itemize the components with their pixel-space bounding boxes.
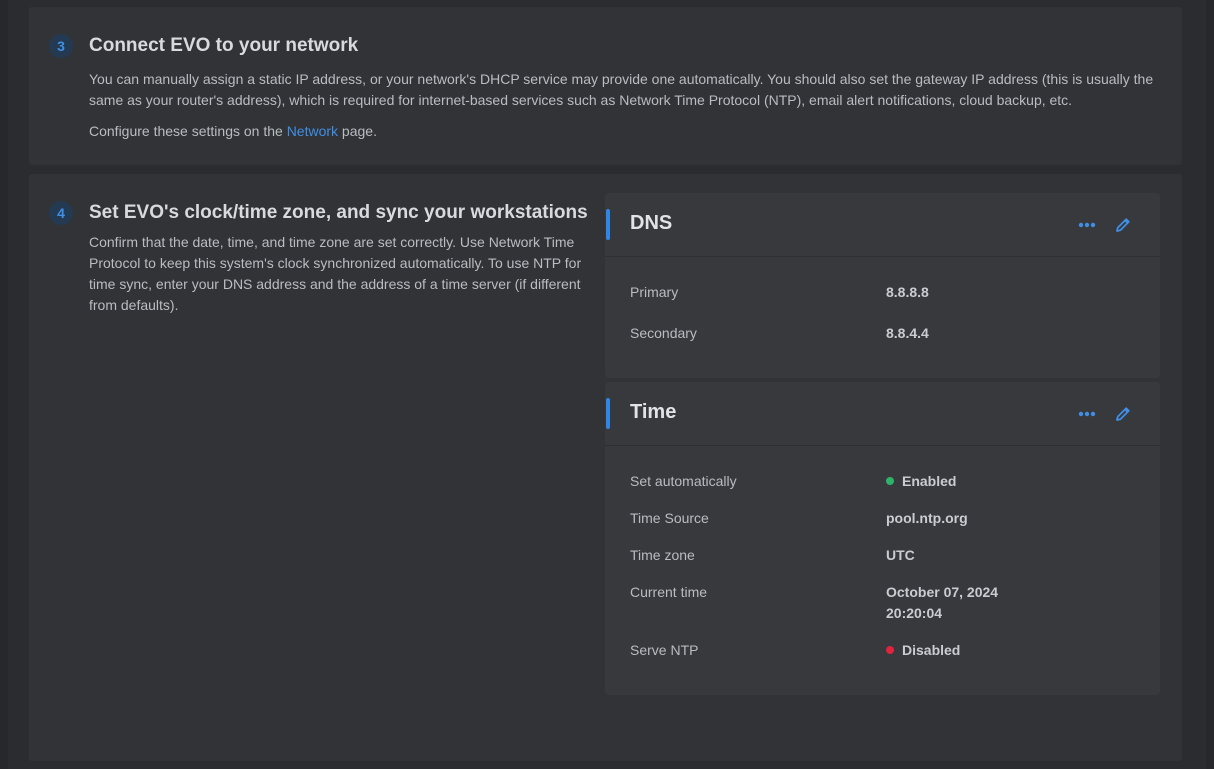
time-source-label: Time Source: [630, 510, 709, 526]
enabled-status-dot: [886, 477, 894, 485]
time-panel: Time Set automatically Enabled Time Sour…: [605, 382, 1160, 695]
current-time-value: October 07, 2024 20:20:04: [886, 582, 998, 624]
current-date: October 07, 2024: [886, 584, 999, 600]
step-3-card: 3 Connect EVO to your network You can ma…: [29, 7, 1182, 165]
time-panel-title: Time: [630, 401, 677, 423]
time-zone-label: Time zone: [630, 547, 695, 563]
step-configure-note: Configure these settings on the Network …: [89, 121, 377, 142]
dns-panel-title: DNS: [630, 212, 673, 234]
panel-accent-bar: [606, 209, 610, 240]
set-automatically-label: Set automatically: [630, 473, 737, 489]
panel-accent-bar: [606, 398, 610, 429]
disabled-status-dot: [886, 646, 894, 654]
set-automatically-status: Enabled: [886, 471, 956, 492]
dns-panel-header: DNS: [605, 193, 1160, 257]
pencil-icon[interactable]: [1111, 213, 1135, 237]
configure-suffix: page.: [338, 123, 377, 139]
time-panel-header: Time: [605, 382, 1160, 446]
more-horizontal-icon[interactable]: [1075, 402, 1099, 426]
dns-primary-label: Primary: [630, 284, 679, 300]
current-time-label: Current time: [630, 584, 708, 600]
serve-ntp-value: Disabled: [902, 642, 961, 658]
dns-secondary-label: Secondary: [630, 325, 697, 341]
step-description: You can manually assign a static IP addr…: [89, 71, 1154, 108]
dns-panel: DNS Primary 8.8.8.8 Secondary 8.8.4.4: [605, 193, 1160, 378]
step-title: Set EVO's clock/time zone, and sync your…: [89, 202, 588, 223]
dns-primary-value: 8.8.8.8: [886, 284, 929, 300]
more-horizontal-icon[interactable]: [1075, 213, 1099, 237]
serve-ntp-status: Disabled: [886, 640, 960, 661]
time-zone-value: UTC: [886, 547, 915, 563]
configure-prefix: Configure these settings on the: [89, 123, 287, 139]
time-source-value: pool.ntp.org: [886, 510, 968, 526]
dns-secondary-value: 8.8.4.4: [886, 325, 929, 341]
step-description: Confirm that the date, time, and time zo…: [89, 234, 582, 313]
pencil-icon[interactable]: [1111, 402, 1135, 426]
step-number-badge: 3: [49, 34, 73, 58]
step-number-badge: 4: [49, 201, 73, 225]
current-clock: 20:20:04: [886, 605, 943, 621]
set-automatically-value: Enabled: [902, 473, 957, 489]
serve-ntp-label: Serve NTP: [630, 642, 699, 658]
step-title: Connect EVO to your network: [89, 35, 359, 56]
network-page-link[interactable]: Network: [287, 123, 338, 139]
